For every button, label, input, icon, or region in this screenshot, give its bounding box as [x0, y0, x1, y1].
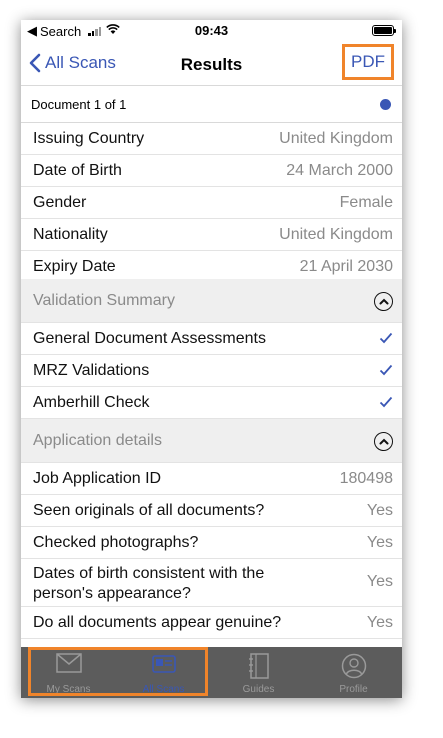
phone-screen: ◀ Search 09:43 All Scans Results PDF Doc… — [21, 20, 402, 698]
validation-row-amberhill: Amberhill Check — [21, 387, 402, 419]
notebook-icon — [211, 653, 306, 679]
validation-label: Amberhill Check — [33, 394, 150, 411]
detail-key: Gender — [33, 194, 87, 211]
detail-key: Expiry Date — [33, 258, 116, 275]
application-details-header[interactable]: Application details — [21, 419, 402, 463]
application-key: Do all documents appear genuine? — [33, 614, 282, 631]
tab-my-scans[interactable]: My Scans — [21, 647, 116, 698]
checkmark-icon — [379, 396, 393, 408]
user-circle-icon — [306, 653, 401, 679]
application-row-originals: Seen originals of all documents? Yes — [21, 495, 402, 527]
tab-bar: My Scans All Scans Guides Profile — [21, 647, 402, 698]
status-bar: ◀ Search 09:43 — [21, 20, 402, 42]
tab-label: Guides — [242, 684, 275, 695]
page-indicator-dot — [380, 99, 391, 110]
envelope-icon — [21, 653, 116, 673]
document-count-label: Document 1 of 1 — [31, 97, 127, 112]
application-row-genuine: Do all documents appear genuine? Yes — [21, 607, 402, 639]
status-time: 09:43 — [194, 23, 229, 38]
application-key: Checked photographs? — [33, 534, 199, 551]
detail-value: United Kingdom — [279, 226, 393, 243]
detail-row-gender: Gender Female — [21, 187, 402, 219]
battery-icon — [372, 25, 396, 36]
application-value: Yes — [366, 534, 393, 551]
detail-key: Date of Birth — [33, 162, 122, 179]
application-value: Yes — [366, 573, 393, 590]
checkmark-icon — [379, 332, 393, 344]
application-key: Dates of birth consistent with the perso… — [33, 565, 265, 602]
application-key: Job Application ID — [33, 470, 162, 487]
checkmark-icon — [379, 364, 393, 376]
validation-row-mrz: MRZ Validations — [21, 355, 402, 387]
application-row-photographs: Checked photographs? Yes — [21, 527, 402, 559]
tab-profile[interactable]: Profile — [306, 647, 401, 698]
section-title: Application details — [33, 432, 162, 449]
tab-label: My Scans — [46, 684, 91, 695]
detail-row-date-of-birth: Date of Birth 24 March 2000 — [21, 155, 402, 187]
detail-value: United Kingdom — [279, 130, 393, 147]
detail-row-nationality: Nationality United Kingdom — [21, 219, 402, 251]
detail-key: Nationality — [33, 226, 108, 243]
pdf-button[interactable]: PDF — [342, 44, 394, 80]
application-value: Yes — [366, 502, 393, 519]
tab-all-scans[interactable]: All Scans — [116, 647, 211, 698]
tab-guides[interactable]: Guides — [211, 647, 306, 698]
application-key: Seen originals of all documents? — [33, 502, 265, 519]
validation-summary-header[interactable]: Validation Summary — [21, 279, 402, 323]
detail-row-issuing-country: Issuing Country United Kingdom — [21, 123, 402, 155]
scan-card-icon — [116, 653, 211, 675]
application-row-dob-consistent: Dates of birth consistent with the perso… — [21, 559, 402, 607]
validation-row-general: General Document Assessments — [21, 323, 402, 355]
document-selector[interactable]: Document 1 of 1 — [21, 87, 402, 123]
validation-label: General Document Assessments — [33, 330, 266, 347]
application-value: 180498 — [339, 470, 393, 487]
application-row-job-id: Job Application ID 180498 — [21, 463, 402, 495]
navigation-bar: All Scans Results PDF — [21, 44, 402, 86]
detail-value: 21 April 2030 — [299, 258, 393, 275]
application-value: Yes — [366, 614, 393, 631]
chevron-up-icon[interactable] — [374, 432, 393, 451]
validation-label: MRZ Validations — [33, 362, 150, 379]
detail-value: 24 March 2000 — [286, 162, 393, 179]
detail-value: Female — [339, 194, 393, 211]
tab-label: All Scans — [142, 684, 185, 695]
detail-key: Issuing Country — [33, 130, 145, 147]
section-title: Validation Summary — [33, 292, 175, 309]
chevron-up-icon[interactable] — [374, 292, 393, 311]
tab-label: Profile — [339, 684, 368, 695]
